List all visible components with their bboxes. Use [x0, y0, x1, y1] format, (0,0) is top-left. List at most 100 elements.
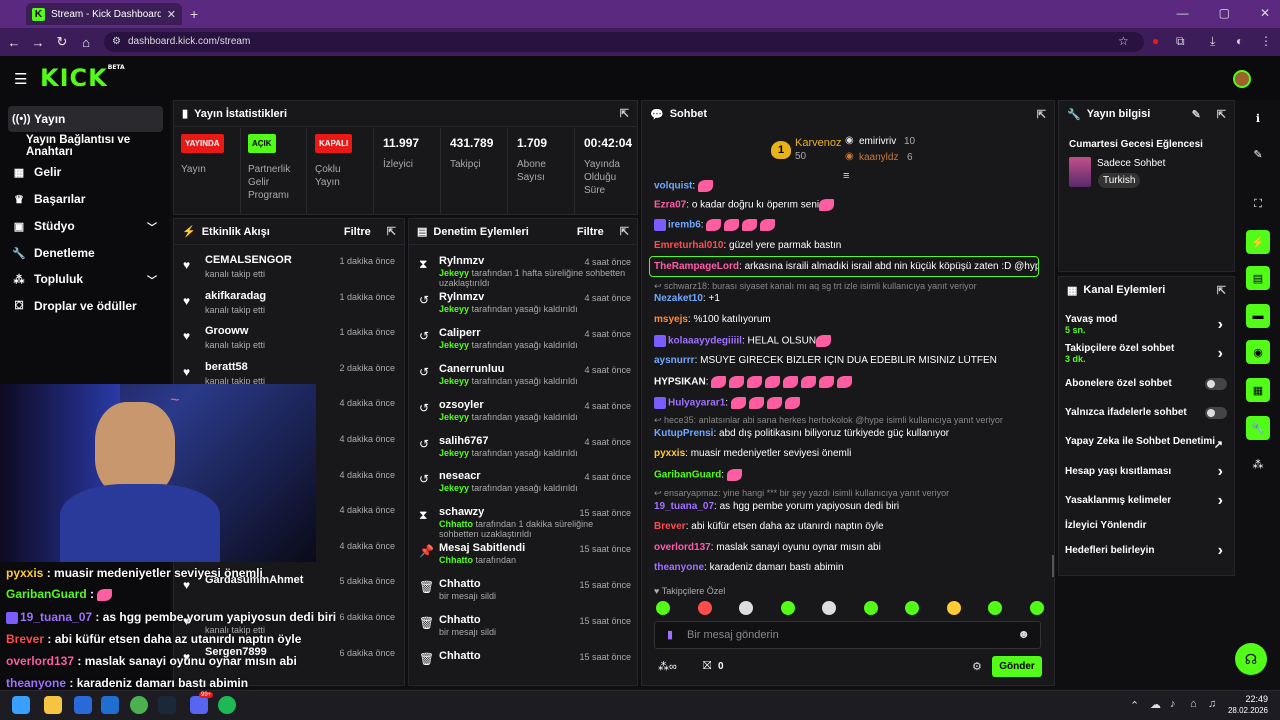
user-avatar[interactable]	[1233, 70, 1251, 88]
quick-emote-icon[interactable]	[988, 601, 1002, 615]
toggle-switch[interactable]	[1205, 378, 1227, 390]
channel-action-row[interactable]: Yalnızca ifadelerle sohbet	[1065, 407, 1227, 419]
file-explorer-icon[interactable]	[44, 696, 62, 714]
forward-icon[interactable]: →	[26, 35, 50, 50]
emoji-icon[interactable]: ☻	[1017, 627, 1030, 641]
moderation-row[interactable]: 📌 Mesaj Sabitlendi 15 saat önce Chhatto tar…	[413, 540, 635, 576]
chat-message[interactable]: msyejs: %100 katılıyorum	[654, 314, 1044, 325]
url-bar[interactable]: ⚙ dashboard.kick.com/stream	[104, 32, 1144, 52]
activity-row[interactable]: ♥ CEMALSENGOR kanalı takip etti 1 dakika ön…	[179, 252, 401, 288]
sidebar-item-revenue[interactable]: ▦ Gelir	[8, 159, 163, 185]
popout-icon[interactable]: ⇱	[620, 107, 629, 120]
chat-message[interactable]: Brever: abi küfür etsen daha az utanırdı…	[654, 521, 1044, 532]
home-icon[interactable]: ⌂	[74, 35, 98, 50]
download-icon[interactable]: ⤓	[1210, 34, 1215, 49]
quick-emote-icon[interactable]	[822, 601, 836, 615]
chat-username[interactable]: volquist	[654, 181, 692, 192]
chat-message[interactable]: pyxxis: muasir medeniyetler seviyesi öne…	[654, 448, 1044, 459]
extensions-puzzle-icon[interactable]: ⧉	[1176, 34, 1185, 49]
chat-message[interactable]: 19_tuana_07: as hgg pembe yorum yapiyosu…	[654, 501, 1044, 512]
quick-emote-icon[interactable]	[780, 601, 795, 615]
moderation-row[interactable]: 🗑 Chhatto 15 saat önce bir mesajı sildi	[413, 576, 635, 612]
network-icon[interactable]: ⌂	[1190, 698, 1197, 710]
quick-emote-icon[interactable]	[697, 601, 712, 615]
channel-action-row[interactable]: Yavaş mod 5 sn. ›	[1065, 314, 1227, 335]
support-headset-icon[interactable]: ☊	[1235, 643, 1267, 675]
chat-message[interactable]: aysnurrr: MSÜYE GİRECEK BİZLER İÇİN DUA …	[654, 355, 1044, 366]
sidebar-item-stream-key[interactable]: Yayın Bağlantısı ve Anahtarı	[22, 133, 177, 159]
moderation-row[interactable]: ↺ Caliperr 4 saat önce Jekeyy tarafından ya…	[413, 325, 635, 361]
activity-row[interactable]: ♥ akifkaradag kanalı takip etti 1 dakika ön…	[179, 288, 401, 324]
channel-action-row[interactable]: Yasaklanmış kelimeler ›	[1065, 492, 1227, 509]
chat-scrollbar[interactable]	[1052, 555, 1054, 577]
gift-icon[interactable]: ⛝	[703, 660, 711, 673]
sidebar-item-community[interactable]: ⁂ Topluluk ﹀	[8, 266, 163, 292]
popout-icon[interactable]: ⇱	[387, 225, 396, 238]
chat-message[interactable]: kolaaayydegiiiil: HELAL OLSUN	[654, 335, 1044, 347]
new-tab-icon[interactable]: +	[190, 6, 198, 22]
chat-username[interactable]: KutupPrensi	[654, 428, 713, 439]
toggle-switch[interactable]	[1205, 407, 1227, 419]
moderation-row[interactable]: ↺ Canerrunluu 4 saat önce Jekeyy tarafından…	[413, 361, 635, 397]
channel-action-row[interactable]: Yapay Zeka ile Sohbet Denetimi ↗	[1065, 436, 1227, 451]
browser-tab[interactable]: K Stream - Kick Dashboard ✕	[26, 3, 182, 25]
chat-username[interactable]: HYPSIKAN	[654, 377, 706, 388]
chat-username[interactable]: kolaaayydegiiiil	[668, 336, 742, 347]
quick-emote-icon[interactable]	[739, 601, 753, 615]
channel-action-row[interactable]: Abonelere özel sohbet	[1065, 378, 1227, 390]
moderation-row[interactable]: 🗑 Chhatto 15 saat önce	[413, 648, 635, 684]
chat-username[interactable]: overlord137	[654, 542, 711, 553]
reload-icon[interactable]: ↻	[50, 34, 74, 50]
channel-action-row[interactable]: Hesap yaşı kısıtlaması ›	[1065, 463, 1227, 480]
discord-icon[interactable]	[190, 696, 208, 714]
bookmark-star-icon[interactable]: ☆	[1118, 34, 1129, 48]
moderation-row[interactable]: ↺ neseacr 4 saat önce Jekeyy tarafından yas…	[413, 468, 635, 504]
chat-message[interactable]: Nezaket10: +1	[654, 293, 1044, 304]
moderation-row[interactable]: ↺ ozsoyler 4 saat önce Jekeyy tarafından ya…	[413, 397, 635, 433]
chat-message[interactable]: TheRampageLord: arkasına israili almadık…	[649, 256, 1039, 277]
windows-start-icon[interactable]	[12, 696, 30, 714]
menu-dots-icon[interactable]: ⋮	[1260, 34, 1272, 48]
chat-message[interactable]: theanyone: karadeniz damarı bastı abimin	[654, 562, 1044, 573]
channel-points-icon[interactable]: ⁂∞	[658, 660, 677, 673]
moderation-row[interactable]: ↺ Rylnmzv 4 saat önce Jekeyy tarafından yas…	[413, 289, 635, 325]
quick-emote-icon[interactable]	[656, 601, 670, 615]
chat-username[interactable]: Ezra07	[654, 200, 686, 211]
info-icon[interactable]: ℹ	[1246, 106, 1270, 130]
community-rail-icon[interactable]: ⁂	[1246, 452, 1270, 476]
chat-message[interactable]: volquist:	[654, 180, 1044, 192]
chrome-icon[interactable]	[130, 696, 148, 714]
popout-icon[interactable]: ⇱	[1217, 108, 1226, 121]
site-info-icon[interactable]: ⚙	[112, 32, 121, 52]
quick-emote-icon[interactable]	[946, 601, 961, 615]
kick-logo[interactable]: KICKBETA	[40, 64, 125, 92]
clock-time[interactable]: 22:49	[1236, 694, 1268, 704]
mic-icon[interactable]: ▮	[667, 628, 673, 641]
moderation-row[interactable]: ⧗ schawzy 15 saat önce Chhatto tarafından 1…	[413, 504, 635, 540]
steam-icon[interactable]	[158, 696, 176, 714]
chat-username[interactable]: aysnurrr	[654, 355, 695, 366]
sidebar-item-stream[interactable]: ((•)) Yayın	[8, 106, 163, 132]
popout-icon[interactable]: ⇱	[1217, 284, 1226, 297]
close-window-icon[interactable]: ✕	[1260, 6, 1270, 20]
chat-message[interactable]: overlord137: maslak sanayi oyunu oynar m…	[654, 542, 1044, 553]
language-tag[interactable]: Turkish	[1098, 173, 1141, 188]
chat-message[interactable]: Emreturhal010: güzel yere parmak bastın	[654, 240, 1044, 251]
quick-emote-icon[interactable]	[905, 601, 919, 615]
ms-store-icon[interactable]	[74, 696, 92, 714]
chat-message[interactable]: Hulyayarar1:	[654, 397, 1044, 409]
activity-row[interactable]: ♥ Grooww kanalı takip etti 1 dakika önce	[179, 323, 401, 359]
close-tab-icon[interactable]: ✕	[167, 8, 176, 21]
chat-message[interactable]: KutupPrensi: abd dış politikasını biliyo…	[654, 428, 1044, 439]
lightning-rail-icon[interactable]: ⚡	[1246, 230, 1270, 254]
quick-emote-icon[interactable]	[1029, 601, 1044, 615]
chat-username[interactable]: Emreturhal010	[654, 240, 723, 251]
chat-username[interactable]: 19_tuana_07	[654, 501, 714, 512]
channel-action-row[interactable]: İzleyici Yönlendir	[1065, 520, 1227, 531]
chat-input[interactable]: ▮ Bir mesaj gönderin ☻	[654, 621, 1041, 649]
moderation-row[interactable]: 🗑 Chhatto 15 saat önce bir mesajı sildi	[413, 612, 635, 648]
edit-icon[interactable]: ✎	[1192, 108, 1201, 121]
pen-icon[interactable]: ✎	[1246, 142, 1270, 166]
chat-rail-icon[interactable]: ▬	[1246, 304, 1270, 328]
moderation-row[interactable]: ↺ salih6767 4 saat önce Jekeyy tarafından y…	[413, 433, 635, 469]
